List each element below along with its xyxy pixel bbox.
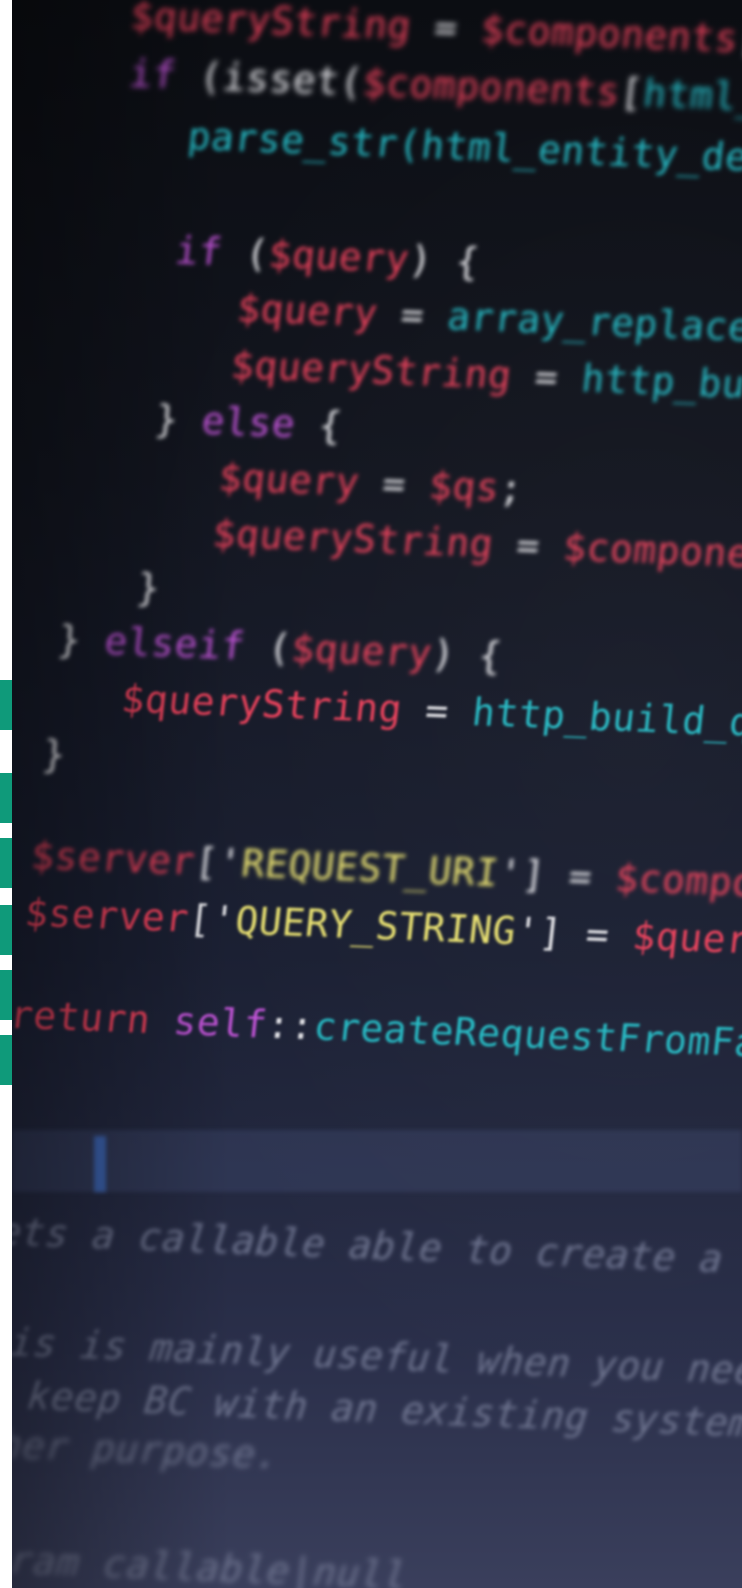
- code-line: $query = $qs;: [216, 455, 526, 511]
- code-token: }: [55, 617, 108, 663]
- code-token: '] =: [496, 851, 618, 900]
- side-tab[interactable]: [0, 773, 12, 823]
- code-line: } else {: [152, 396, 345, 448]
- side-tab[interactable]: [0, 905, 12, 955]
- code-line: $queryString = $componen: [210, 511, 742, 576]
- code-line: }: [40, 731, 69, 777]
- code-token: QUERY_STRING: [233, 898, 519, 953]
- side-tab[interactable]: [0, 680, 12, 730]
- code-token: [': [186, 896, 238, 943]
- code-token: }: [152, 396, 205, 443]
- code-line: $queryString = http_buil: [228, 342, 742, 409]
- code-token: $queryString: [119, 676, 405, 732]
- code-token: self: [171, 999, 270, 1047]
- code-token: =: [399, 687, 475, 735]
- code-token: $queryS: [630, 913, 742, 964]
- code-token: =: [375, 291, 451, 338]
- code-token: }: [40, 731, 69, 777]
- code-token: parse_str(html_entity_decode: [185, 113, 742, 183]
- code-token: }: [134, 565, 163, 611]
- code-line: } elseif ($query) {: [55, 617, 505, 678]
- code-token: $componen: [561, 524, 742, 577]
- code-token: createRequestFromFac: [311, 1004, 742, 1067]
- code-line: $query = array_replace($: [235, 285, 742, 352]
- code-token: $qs: [426, 463, 502, 510]
- code-token: $server: [22, 890, 192, 941]
- code-line: return self::createRequestFromFac: [12, 992, 742, 1067]
- code-token: http_buil: [579, 356, 742, 409]
- code-token: $queryString: [210, 511, 496, 566]
- code-token: $queryString: [128, 0, 414, 49]
- code-token: REQUEST_URI: [239, 841, 502, 896]
- code-line: }: [134, 565, 163, 611]
- code-token: else: [199, 398, 298, 447]
- code-token: =: [408, 4, 484, 51]
- code-line: * Sets a callable able to create a R: [12, 1208, 742, 1282]
- code-token: html_entity_decode: [641, 71, 742, 132]
- code-token: $query: [235, 285, 380, 336]
- code-token: =: [490, 521, 566, 569]
- code-editor: $queryString = $components['query'])); i…: [12, 0, 742, 1588]
- code-token: $query: [266, 232, 412, 282]
- code-token: '] =: [513, 909, 636, 958]
- code-token: ;: [497, 466, 526, 511]
- code-line: * other purpose.: [12, 1420, 282, 1478]
- side-tab[interactable]: [0, 1035, 12, 1085]
- code-token: (isset(: [197, 54, 366, 105]
- code-token: http_build_que: [469, 690, 742, 747]
- code-token: =: [509, 353, 585, 401]
- code-token: ) {: [406, 237, 482, 285]
- code-photo: $queryString = $components['query'])); i…: [12, 0, 742, 1588]
- code-line: * @param callable|null: [12, 1535, 410, 1588]
- code-line: $queryString = http_build_que: [119, 676, 742, 747]
- side-tab[interactable]: [0, 838, 12, 888]
- code-line: parse_str(html_entity_decode: [185, 113, 742, 183]
- code-line: if ($query) {: [173, 228, 482, 285]
- code-token: {: [292, 402, 345, 448]
- code-token: [': [192, 839, 245, 886]
- side-tab-strip: [0, 680, 12, 1085]
- code-token: $compone: [613, 855, 742, 907]
- code-token: $queryString: [228, 342, 514, 398]
- code-token: $query: [289, 626, 435, 676]
- code-token: * @param callable|null: [12, 1535, 410, 1588]
- code-token: * Sets a callable able to create a R: [12, 1208, 726, 1282]
- code-token: $components: [360, 60, 623, 115]
- code-token: ::: [264, 1002, 317, 1049]
- side-tab[interactable]: [0, 970, 12, 1020]
- code-token: ) {: [429, 631, 505, 679]
- code-token: elseif: [102, 619, 248, 669]
- code-token: * other purpose.: [12, 1420, 282, 1478]
- code-token: $components: [478, 7, 741, 61]
- code-token: (: [242, 624, 294, 671]
- code-token: =: [356, 460, 432, 508]
- code-token: if: [127, 51, 202, 99]
- code-token: $server: [29, 833, 198, 884]
- code-token: $query: [216, 455, 362, 505]
- code-token: if: [173, 228, 248, 276]
- code-line: $server['QUERY_STRING'] = $queryS: [22, 890, 742, 963]
- code-token: array_replace($: [445, 294, 742, 352]
- code-token: return: [12, 992, 177, 1043]
